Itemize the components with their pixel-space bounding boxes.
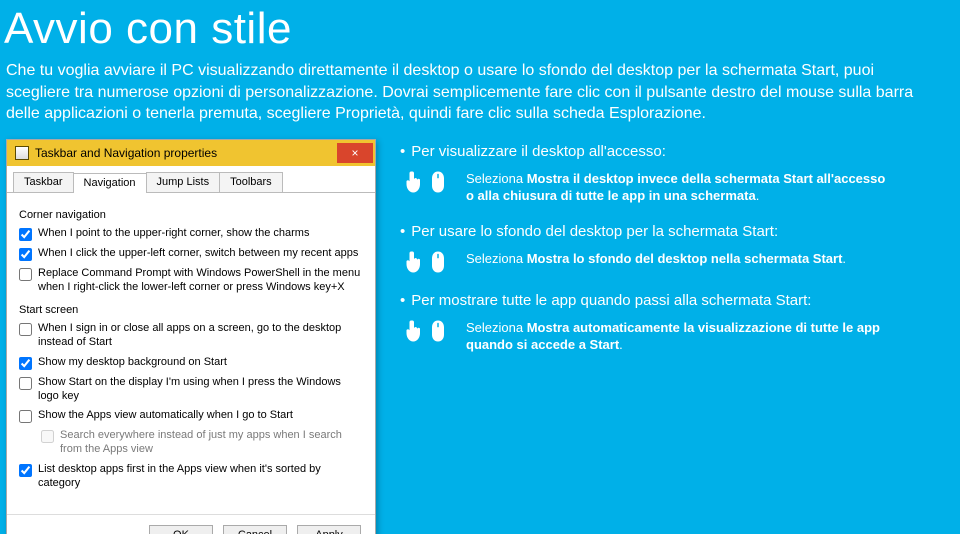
opt-charms-label: When I point to the upper-right corner, … (38, 227, 363, 241)
inst-text-1: Seleziona Mostra il desktop invece della… (466, 170, 896, 205)
opt-list-desktop-first-label: List desktop apps first in the Apps view… (38, 463, 363, 491)
close-button[interactable]: × (337, 143, 373, 163)
section-corner-nav: Corner navigation (19, 209, 363, 221)
inst-1-b: . (756, 188, 760, 203)
inst-3-a: Seleziona (466, 320, 527, 335)
intro-text-b: , quindi fare clic sulla scheda (400, 105, 609, 122)
properties-dialog: Taskbar and Navigation properties × Task… (6, 139, 376, 534)
intro-paragraph: Che tu voglia avviare il PC visualizzand… (0, 60, 948, 139)
checkbox-apps-view[interactable] (19, 410, 32, 423)
page-title: Avvio con stile (0, 0, 960, 60)
inst-2-b: . (842, 251, 846, 266)
inst-text-3: Seleziona Mostra automaticamente la visu… (466, 319, 896, 354)
checkbox-powershell[interactable] (19, 268, 32, 281)
tab-navigation[interactable]: Navigation (73, 173, 147, 193)
section-start-screen: Start screen (19, 304, 363, 316)
dialog-titlebar: Taskbar and Navigation properties × (7, 140, 375, 166)
intro-text-c: . (702, 105, 706, 122)
inst-1-k: Mostra il desktop invece della schermata… (466, 171, 885, 204)
inst-icons-1 (400, 170, 452, 194)
opt-search-everywhere[interactable]: Search everywhere instead of just my app… (41, 429, 363, 457)
apply-button[interactable]: Apply (297, 525, 361, 534)
inst-icons-3 (400, 319, 452, 343)
dialog-tabs: Taskbar Navigation Jump Lists Toolbars (7, 166, 375, 193)
opt-start-display-label: Show Start on the display I'm using when… (38, 376, 363, 404)
mouse-icon (429, 319, 447, 343)
intro-keyword-1: Proprietà (335, 105, 400, 122)
inst-3-k: Mostra automaticamente la visualizzazion… (466, 320, 880, 353)
opt-search-everywhere-label: Search everywhere instead of just my app… (60, 429, 363, 457)
dialog-button-row: OK Cancel Apply (7, 514, 375, 534)
checkbox-switch[interactable] (19, 248, 32, 261)
inst-heading-1: Per visualizzare il desktop all'accesso: (400, 143, 960, 160)
opt-powershell[interactable]: Replace Command Prompt with Windows Powe… (19, 267, 363, 295)
inst-icons-2 (400, 250, 452, 274)
intro-keyword-2: Esplorazione (609, 105, 702, 122)
inst-heading-3: Per mostrare tutte le app quando passi a… (400, 292, 960, 309)
hand-icon (405, 250, 423, 274)
opt-goto-desktop-label: When I sign in or close all apps on a sc… (38, 322, 363, 350)
hand-icon (405, 319, 423, 343)
checkbox-search-everywhere (41, 430, 54, 443)
opt-list-desktop-first[interactable]: List desktop apps first in the Apps view… (19, 463, 363, 491)
inst-3-b: . (619, 337, 623, 352)
cancel-button[interactable]: Cancel (223, 525, 287, 534)
opt-goto-desktop[interactable]: When I sign in or close all apps on a sc… (19, 322, 363, 350)
dialog-title: Taskbar and Navigation properties (35, 146, 337, 160)
opt-start-display[interactable]: Show Start on the display I'm using when… (19, 376, 363, 404)
inst-1-a: Seleziona (466, 171, 527, 186)
tab-taskbar[interactable]: Taskbar (13, 172, 74, 192)
opt-desktop-bg-label: Show my desktop background on Start (38, 356, 363, 370)
dialog-icon (15, 146, 29, 160)
inst-2-k: Mostra lo sfondo del desktop nella scher… (527, 251, 843, 266)
checkbox-goto-desktop[interactable] (19, 323, 32, 336)
hand-icon (405, 170, 423, 194)
opt-desktop-bg[interactable]: Show my desktop background on Start (19, 356, 363, 370)
checkbox-charms[interactable] (19, 228, 32, 241)
opt-apps-view[interactable]: Show the Apps view automatically when I … (19, 409, 363, 423)
checkbox-list-desktop-first[interactable] (19, 464, 32, 477)
ok-button[interactable]: OK (149, 525, 213, 534)
inst-heading-2: Per usare lo sfondo del desktop per la s… (400, 223, 960, 240)
checkbox-start-display[interactable] (19, 377, 32, 390)
opt-powershell-label: Replace Command Prompt with Windows Powe… (38, 267, 363, 295)
mouse-icon (429, 170, 447, 194)
opt-charms[interactable]: When I point to the upper-right corner, … (19, 227, 363, 241)
tab-toolbars[interactable]: Toolbars (219, 172, 283, 192)
tab-jumplists[interactable]: Jump Lists (146, 172, 221, 192)
mouse-icon (429, 250, 447, 274)
instructions-panel: Per visualizzare il desktop all'accesso:… (400, 139, 960, 534)
dialog-body: Corner navigation When I point to the up… (7, 193, 375, 509)
inst-2-a: Seleziona (466, 251, 527, 266)
inst-text-2: Seleziona Mostra lo sfondo del desktop n… (466, 250, 846, 268)
opt-switch[interactable]: When I click the upper-left corner, swit… (19, 247, 363, 261)
opt-switch-label: When I click the upper-left corner, swit… (38, 247, 363, 261)
checkbox-desktop-bg[interactable] (19, 357, 32, 370)
opt-apps-view-label: Show the Apps view automatically when I … (38, 409, 363, 423)
